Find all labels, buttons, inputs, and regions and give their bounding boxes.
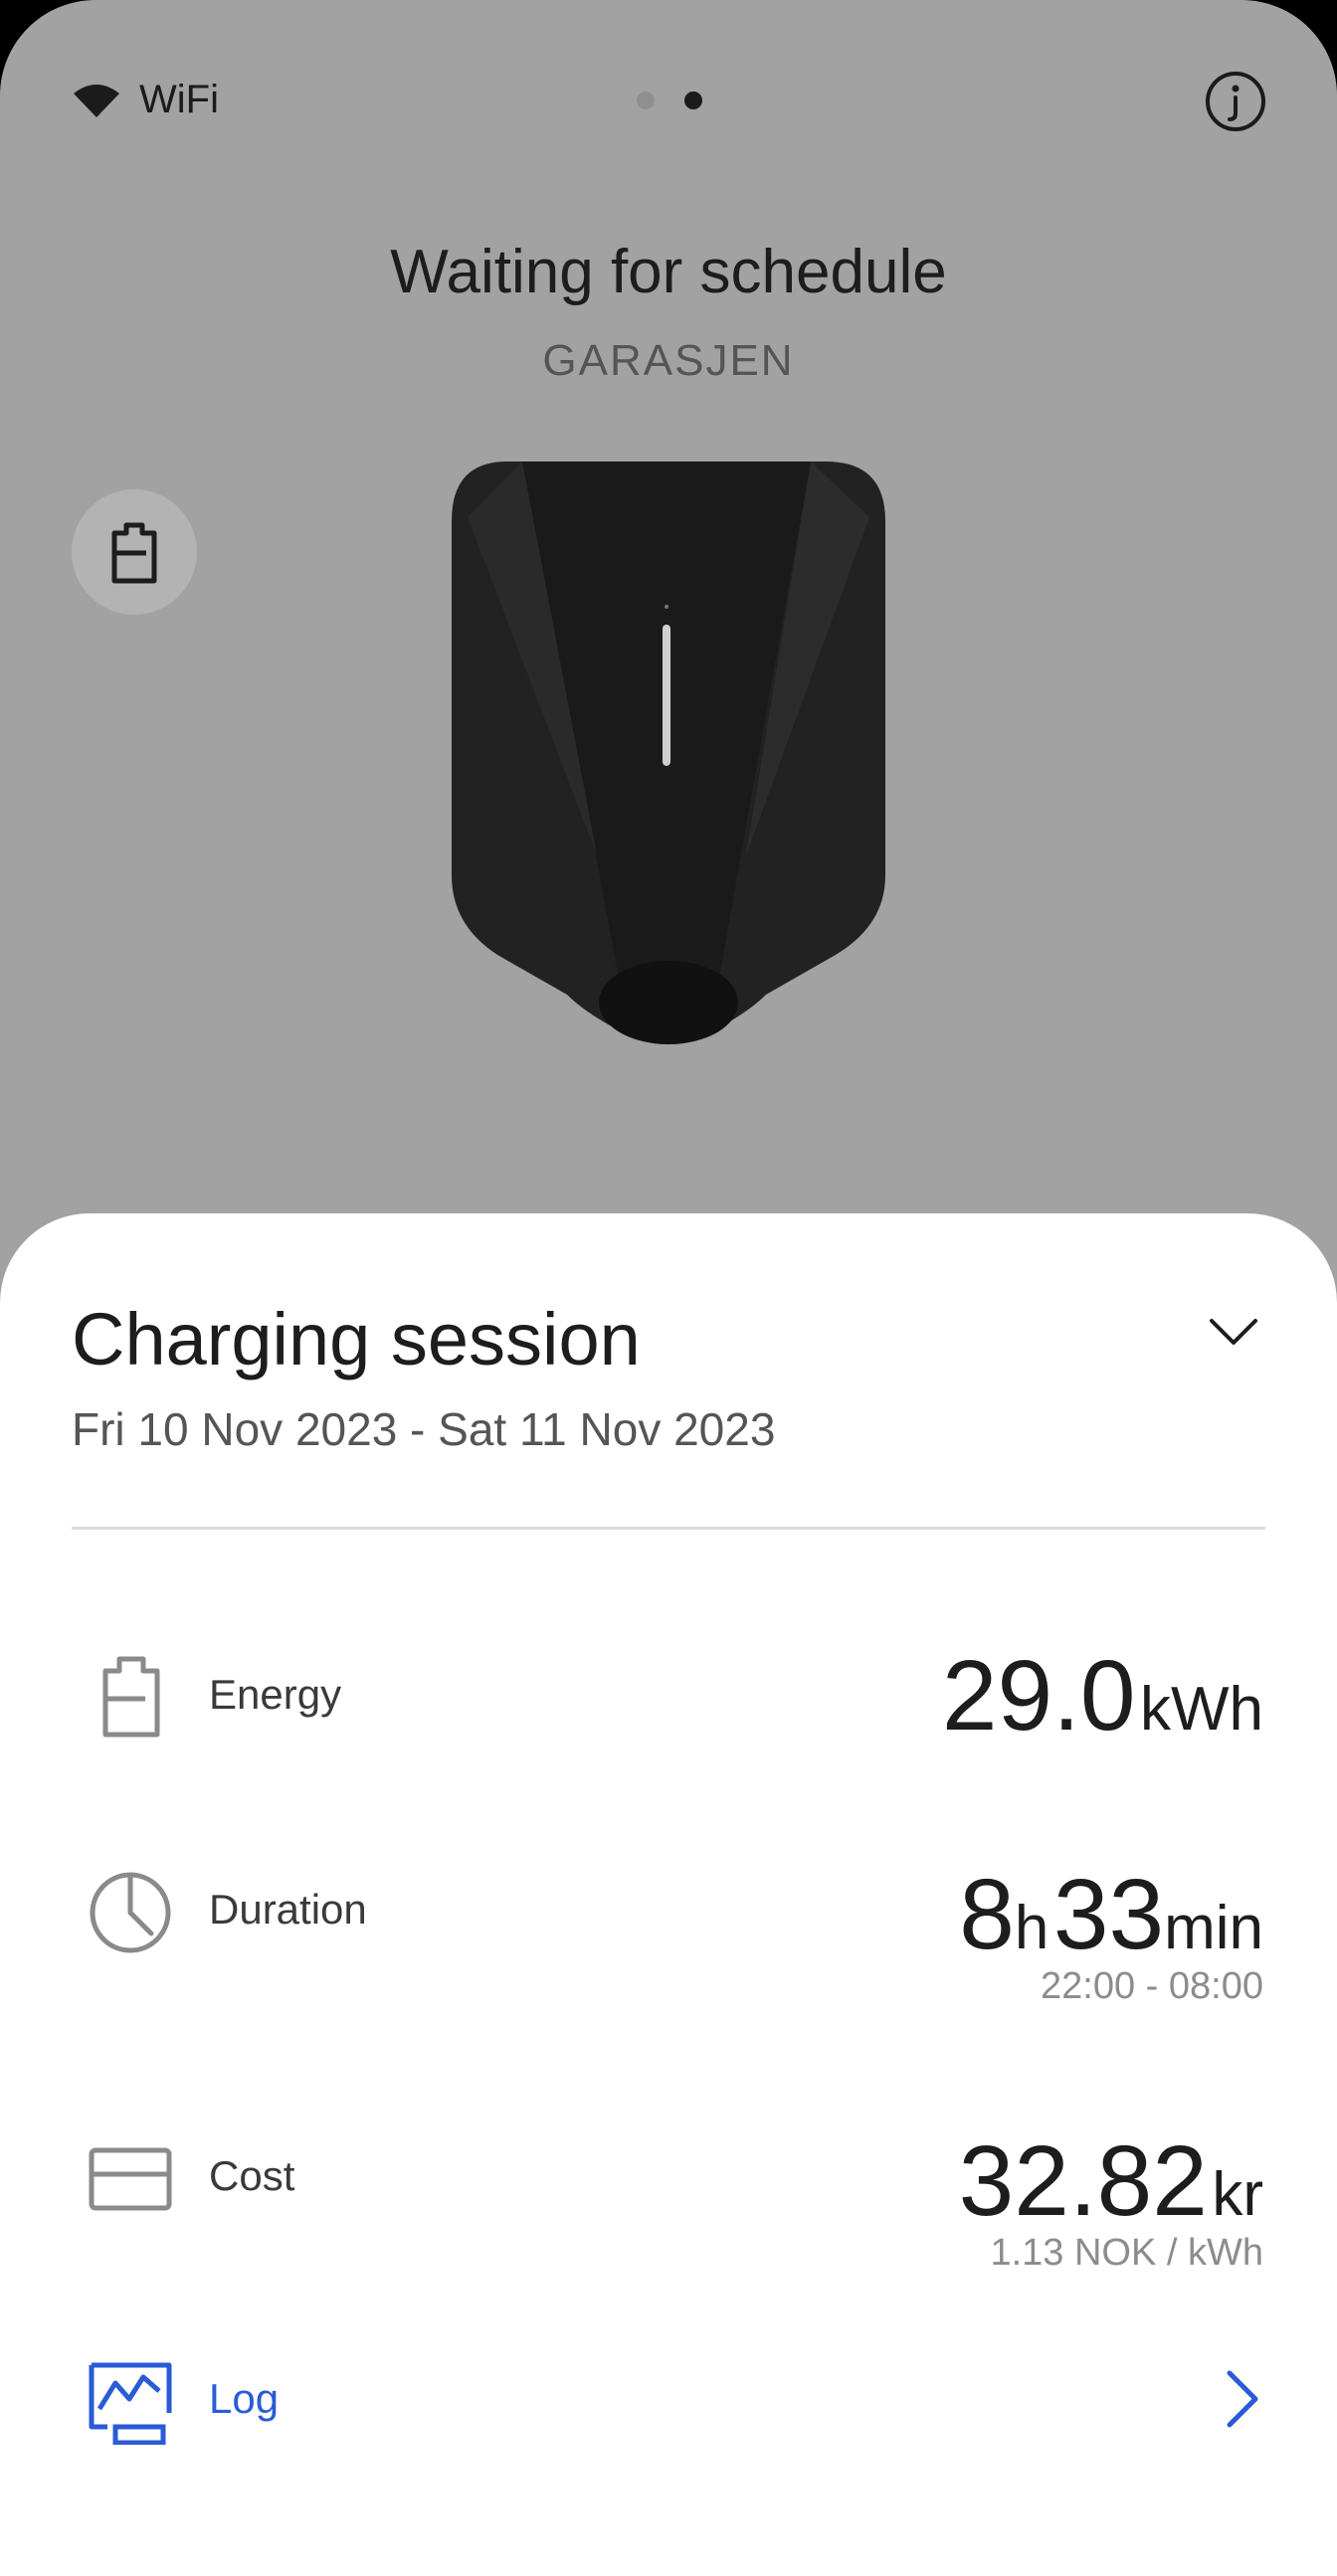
charger-status: Waiting for schedule: [390, 238, 947, 306]
wifi-icon: [74, 84, 119, 117]
energy-label: Energy: [209, 1671, 342, 1718]
duration-hours-unit: h: [1014, 1894, 1050, 1962]
log-label: Log: [209, 2375, 280, 2422]
wifi-label: WiFi: [139, 78, 219, 121]
duration-minutes-unit: min: [1164, 1894, 1263, 1962]
duration-minutes: 33: [1052, 1859, 1165, 1970]
energy-unit: kWh: [1140, 1675, 1263, 1744]
page-dot-active[interactable]: [684, 92, 702, 109]
charger-image: [452, 461, 885, 1044]
card-icon: [89, 2147, 172, 2211]
energy-value: 29.0 kWh: [942, 1639, 1263, 1753]
page-dot[interactable]: [637, 92, 655, 109]
chevron-down-icon[interactable]: [1204, 1301, 1263, 1361]
divider: [72, 1527, 1265, 1530]
page-indicator: [637, 92, 702, 109]
duration-time-range: 22:00 - 08:00: [1041, 1965, 1263, 2007]
cost-amount: 32.82: [958, 2125, 1208, 2237]
battery-button[interactable]: [72, 489, 197, 615]
info-icon[interactable]: [1204, 70, 1267, 133]
clock-icon: [90, 1872, 171, 1953]
charging-session-sheet: Charging session Fri 10 Nov 2023 - Sat 1…: [0, 1213, 1337, 2576]
charger-name: GARASJEN: [542, 336, 795, 385]
cost-rate: 1.13 NOK / kWh: [990, 2232, 1263, 2274]
duration-hours: 8: [959, 1859, 1015, 1970]
cost-unit: kr: [1212, 2160, 1263, 2229]
screen: WiFi Waiting for schedule GARASJEN Charg…: [0, 0, 1337, 2576]
chart-icon: [89, 2362, 172, 2445]
duration-value: 8h 33min: [959, 1858, 1263, 1972]
sheet-title: Charging session: [72, 1298, 641, 1380]
session-date-range: Fri 10 Nov 2023 - Sat 11 Nov 2023: [72, 1403, 776, 1455]
energy-amount: 29.0: [941, 1640, 1136, 1751]
chevron-right-icon: [1227, 2370, 1258, 2428]
battery-icon: [111, 522, 157, 584]
duration-label: Duration: [209, 1886, 367, 1932]
cost-value: 32.82 kr: [959, 2124, 1263, 2239]
cost-label: Cost: [209, 2152, 295, 2199]
battery-icon: [102, 1656, 160, 1738]
wifi-status[interactable]: WiFi: [72, 78, 219, 122]
